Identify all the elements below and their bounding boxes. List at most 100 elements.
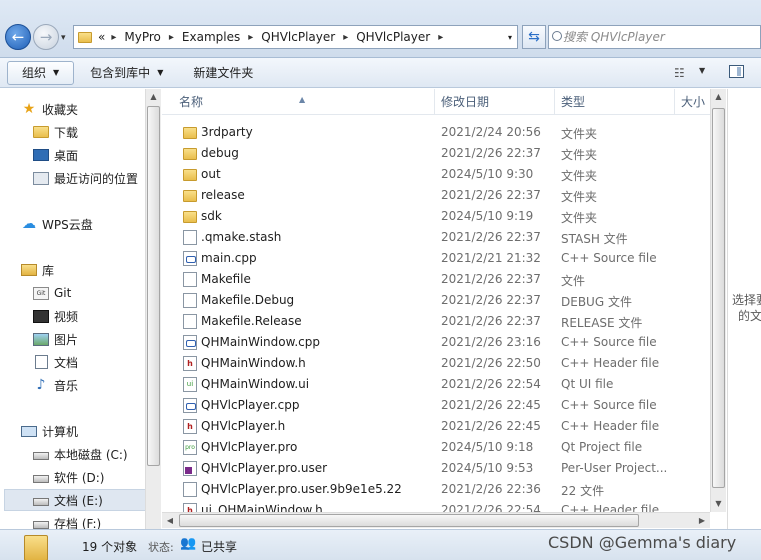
file-type: DEBUG 文件	[561, 295, 632, 309]
ui-file-icon: ui	[183, 377, 197, 392]
nav-item-label: 视频	[54, 309, 79, 324]
header-file-icon: h	[183, 503, 197, 512]
column-header-date[interactable]: 修改日期	[435, 89, 555, 115]
scroll-down-icon[interactable]: ▼	[711, 496, 726, 512]
file-row[interactable]: h QHVlcPlayer.h 2021/2/26 22:45 C++ Header …	[162, 416, 710, 437]
column-header-type[interactable]: 类型	[555, 89, 675, 115]
file-row[interactable]: QHVlcPlayer.pro.user.9b9e1e5.22 2021/2/26…	[162, 479, 710, 500]
file-row[interactable]: sdk 2024/5/10 9:19 文件夹	[162, 206, 710, 227]
change-view-icon[interactable]: ☷	[674, 66, 685, 80]
breadcrumb-item[interactable]: MyPro	[124, 30, 161, 44]
file-name: QHVlcPlayer.pro.user	[201, 461, 328, 475]
file-name: sdk	[201, 209, 222, 223]
nav-item-label: 存档 (F:)	[54, 516, 102, 530]
file-row[interactable]: h QHMainWindow.h 2021/2/26 22:50 C++ Header…	[162, 353, 710, 374]
nav-pane-scrollbar[interactable]: ▲	[145, 89, 161, 529]
file-list-vertical-scrollbar[interactable]: ▲ ▼	[710, 89, 726, 512]
file-name: QHMainWindow.h	[201, 356, 306, 370]
nav-item-favorites[interactable]: ★ 收藏夹	[21, 98, 145, 120]
file-row[interactable]: pro QHVlcPlayer.pro 2024/5/10 9:18 Qt Proje…	[162, 437, 710, 458]
scroll-up-icon[interactable]: ▲	[711, 89, 726, 105]
file-date: 2021/2/26 22:37	[441, 188, 541, 202]
file-row[interactable]: Makefile 2021/2/26 22:37 文件	[162, 269, 710, 290]
nav-item-git[interactable]: Git Git	[33, 282, 145, 304]
file-row[interactable]: Makefile.Debug 2021/2/26 22:37 DEBUG 文件	[162, 290, 710, 311]
nav-item-drive-e[interactable]: 文档 (E:)	[4, 489, 145, 511]
nav-item-desktop[interactable]: 桌面	[33, 144, 145, 166]
scroll-up-icon[interactable]: ▲	[146, 89, 161, 105]
file-type: C++ Header file	[561, 503, 660, 512]
file-row[interactable]: debug 2021/2/26 22:37 文件夹	[162, 143, 710, 164]
file-row[interactable]: ui QHMainWindow.ui 2021/2/26 22:54 Qt UI fi…	[162, 374, 710, 395]
column-header-label: 类型	[561, 95, 586, 109]
file-name: debug	[201, 146, 239, 160]
breadcrumb-separator-icon[interactable]: ▸	[343, 32, 348, 43]
scrollbar-thumb[interactable]	[179, 514, 639, 527]
breadcrumb[interactable]: « ▸ MyPro ▸ Examples ▸ QHVlcPlayer ▸ QHV…	[73, 25, 518, 49]
scroll-left-icon[interactable]: ◀	[162, 513, 178, 529]
breadcrumb-separator-icon[interactable]: ▸	[438, 32, 443, 43]
new-folder-button[interactable]: 新建文件夹	[181, 61, 265, 85]
nav-item-drive-c[interactable]: 本地磁盘 (C:)	[33, 443, 145, 465]
scrollbar-thumb[interactable]	[147, 106, 160, 466]
preview-pane-toggle-icon[interactable]	[729, 65, 744, 78]
file-type: RELEASE 文件	[561, 316, 643, 330]
nav-item-music[interactable]: ♪ 音乐	[33, 374, 145, 396]
include-in-library-button[interactable]: 包含到库中 ▼	[78, 61, 175, 85]
nav-item-drive-f[interactable]: 存档 (F:)	[33, 512, 145, 529]
file-row[interactable]: out 2024/5/10 9:30 文件夹	[162, 164, 710, 185]
file-row[interactable]: 3rdparty 2021/2/24 20:56 文件夹	[162, 122, 710, 143]
file-row[interactable]: QHVlcPlayer.pro.user 2024/5/10 9:53 Per-Us…	[162, 458, 710, 479]
search-input[interactable]: 搜索 QHVlcPlayer	[548, 25, 761, 49]
back-button[interactable]: ←	[5, 24, 31, 50]
nav-item-label: Git	[54, 286, 72, 300]
nav-item-recent-places[interactable]: 最近访问的位置	[33, 167, 145, 189]
file-type: Qt Project file	[561, 440, 643, 454]
file-date: 2024/5/10 9:53	[441, 461, 534, 475]
breadcrumb-item[interactable]: QHVlcPlayer	[261, 30, 335, 44]
breadcrumb-separator-icon[interactable]: ▸	[248, 32, 253, 43]
file-row[interactable]: QHVlcPlayer.cpp 2021/2/26 22:45 C++ Source…	[162, 395, 710, 416]
column-header-size[interactable]: 大小	[675, 89, 710, 115]
folder-icon	[183, 211, 197, 223]
address-history-dropdown-icon[interactable]: ▾	[508, 33, 512, 42]
breadcrumb-overflow[interactable]: «	[98, 30, 105, 44]
header-file-icon: h	[183, 419, 197, 434]
organize-button[interactable]: 组织 ▼	[7, 60, 75, 85]
cpp-file-icon	[183, 398, 197, 413]
file-row[interactable]: h ui_QHMainWindow.h 2021/2/26 22:54 C++ Hea…	[162, 500, 710, 512]
view-options-dropdown-icon[interactable]: ▼	[699, 66, 705, 75]
search-icon	[552, 31, 562, 41]
address-area: ← → ▾ « ▸ MyPro ▸ Examples ▸ QHVlcPlayer…	[0, 0, 761, 58]
breadcrumb-item[interactable]: QHVlcPlayer	[356, 30, 430, 44]
file-date: 2021/2/26 22:50	[441, 356, 541, 370]
breadcrumb-item[interactable]: Examples	[182, 30, 240, 44]
file-row[interactable]: Makefile.Release 2021/2/26 22:37 RELEASE 文…	[162, 311, 710, 332]
nav-item-label: 图片	[54, 332, 79, 347]
scroll-right-icon[interactable]: ▶	[694, 513, 710, 529]
nav-item-downloads[interactable]: 下载	[33, 121, 145, 143]
file-row[interactable]: .qmake.stash 2021/2/26 22:37 STASH 文件	[162, 227, 710, 248]
nav-item-wps-cloud[interactable]: ☁ WPS云盘	[21, 213, 145, 235]
file-row[interactable]: main.cpp 2021/2/21 21:32 C++ Source file	[162, 248, 710, 269]
file-list-horizontal-scrollbar[interactable]: ◀ ▶	[162, 512, 710, 528]
nav-item-videos[interactable]: 视频	[33, 305, 145, 327]
breadcrumb-separator-icon[interactable]: ▸	[111, 32, 116, 43]
folder-icon	[183, 169, 197, 181]
nav-item-documents[interactable]: 文档	[33, 351, 145, 373]
breadcrumb-separator-icon[interactable]: ▸	[169, 32, 174, 43]
column-header-name[interactable]: 名称 ▲	[162, 89, 435, 115]
nav-item-pictures[interactable]: 图片	[33, 328, 145, 350]
forward-button[interactable]: →	[33, 24, 59, 50]
nav-item-drive-d[interactable]: 软件 (D:)	[33, 466, 145, 488]
nav-item-libraries[interactable]: 库	[21, 259, 145, 281]
file-row[interactable]: QHMainWindow.cpp 2021/2/26 23:16 C++ Sourc…	[162, 332, 710, 353]
recent-pages-dropdown[interactable]: ▾	[61, 33, 66, 43]
nav-item-computer[interactable]: 计算机	[21, 420, 145, 442]
refresh-button[interactable]: ⇆	[522, 25, 546, 49]
scrollbar-thumb[interactable]	[712, 108, 725, 488]
file-row[interactable]: release 2021/2/26 22:37 文件夹	[162, 185, 710, 206]
header-file-icon: h	[183, 356, 197, 371]
file-type: Qt UI file	[561, 377, 614, 391]
file-type: C++ Source file	[561, 335, 657, 349]
